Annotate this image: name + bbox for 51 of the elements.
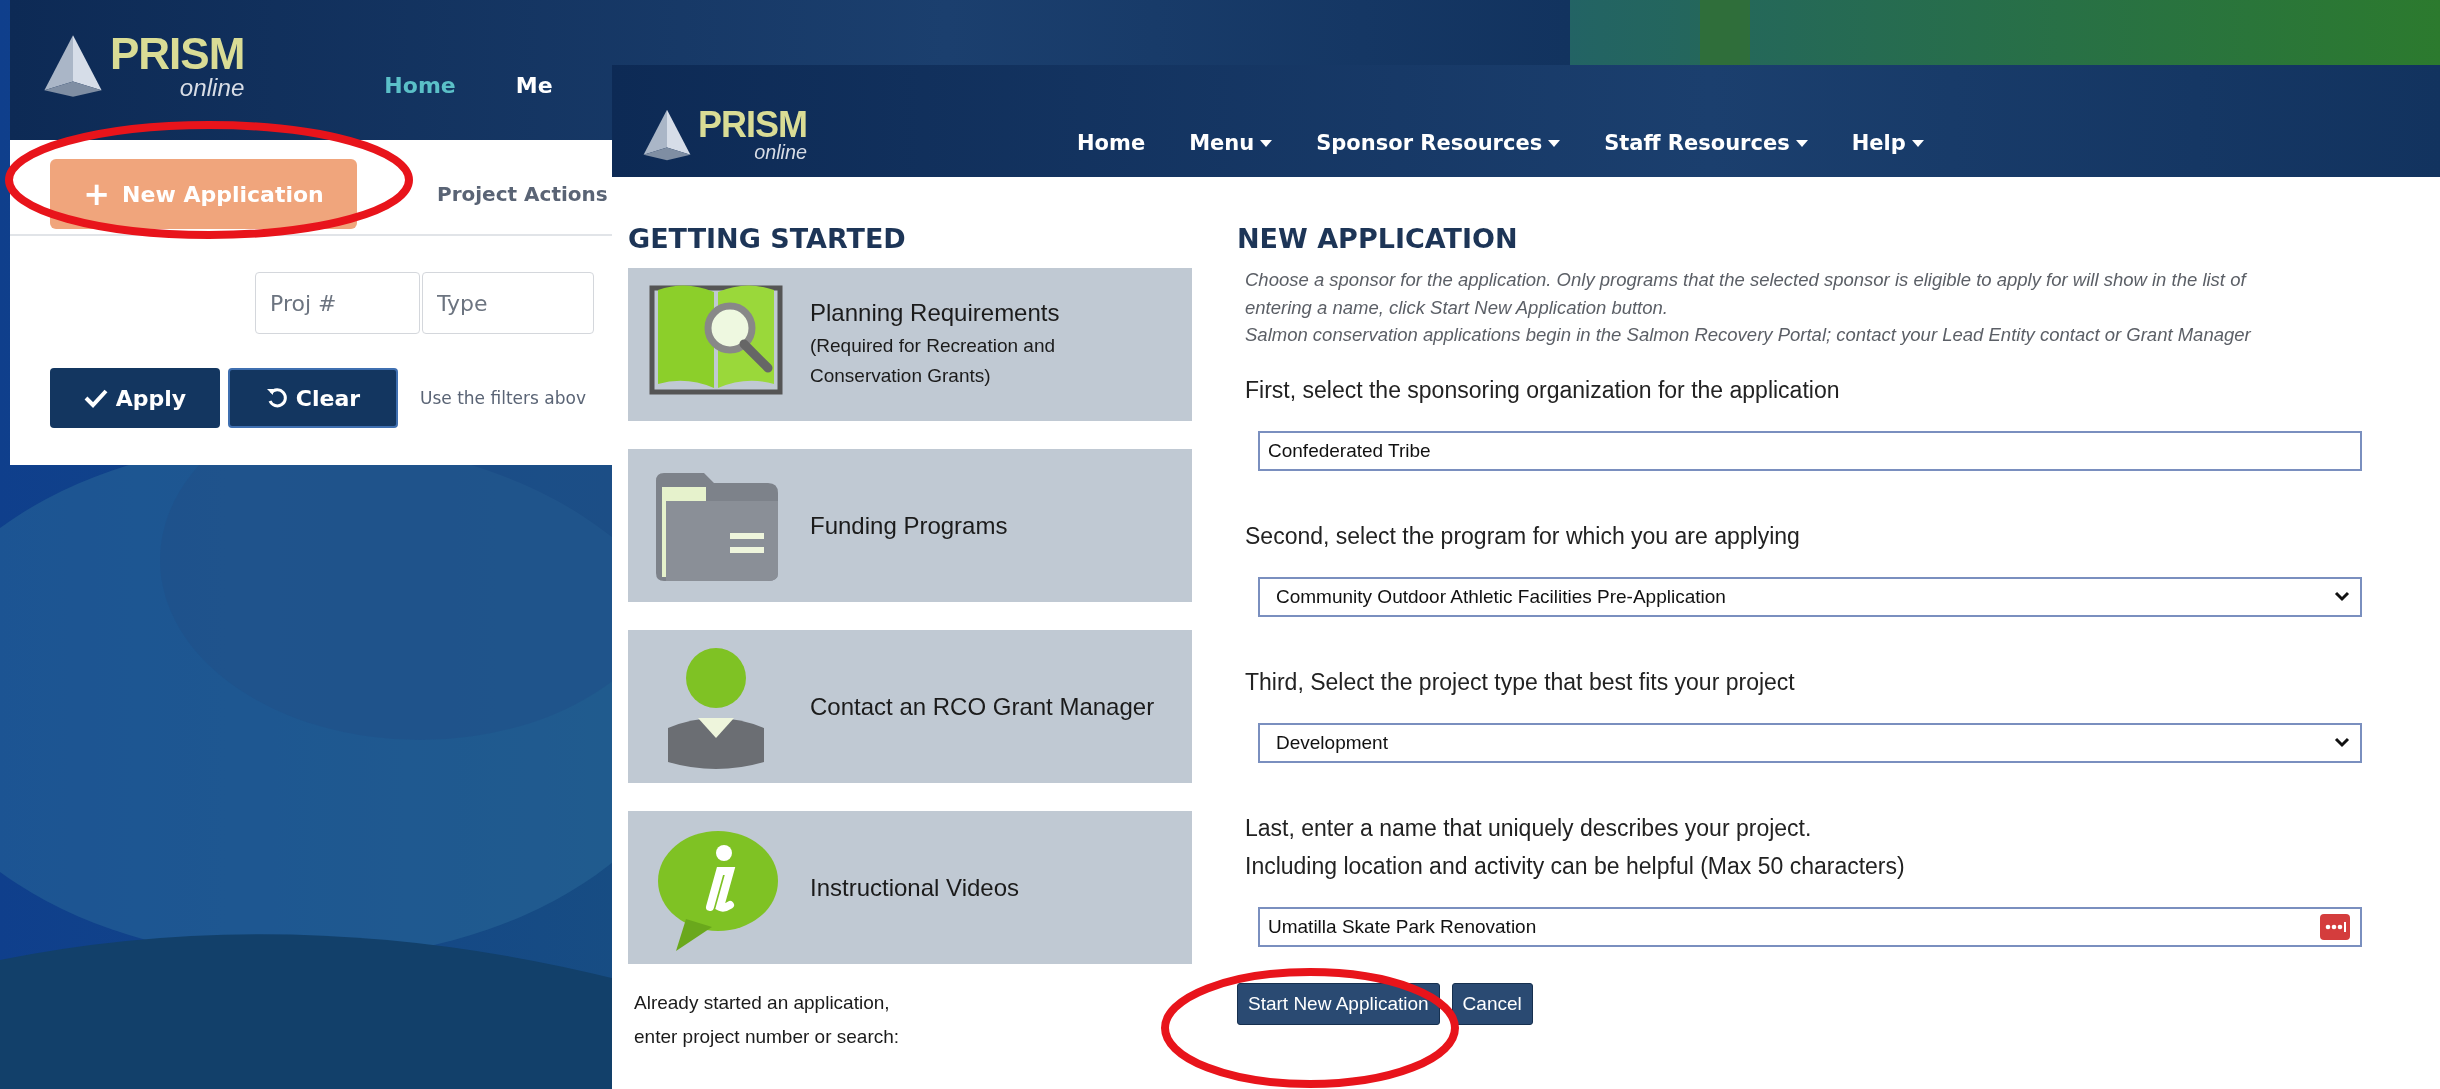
logo-name: PRISM [698,107,807,144]
caret-icon [1911,139,1924,147]
caret-icon [1795,139,1808,147]
filter-hint: Use the filters abov [420,388,586,408]
field-label: Including location and activity can be helpful (Max 50 characters) [1245,851,1906,881]
clear-button[interactable]: Clear [228,368,398,428]
project-actions-label[interactable]: Project Actions [437,182,608,206]
filter-field[interactable]: Proj # [255,272,420,334]
select-field[interactable]: Development [1258,722,2362,763]
dots-icon [2320,913,2350,940]
logo-tagline: online [179,75,245,100]
field-label: Third, Select the project type that best fits your project [1245,667,1796,697]
card-subtitle: (Required for Recreation and Conservation Grants) [810,333,1057,388]
resource-card[interactable]: Planning Requirements (Required for Recreation and Conservation Grants) [628,268,1192,421]
chevron-down-icon [2334,737,2350,748]
nav-link[interactable]: Staff Resources [1604,131,1808,155]
card-title: Funding Programs [810,511,1008,540]
card-title: Contact an RCO Grant Manager [810,692,1155,721]
instruction-text: Choose a sponsor for the application. Only programs that the selected sponsor is eligible to apply for will show in the list of [1245,268,2248,292]
nav-link[interactable]: Home [384,73,456,98]
select-field[interactable]: Community Outdoor Athletic Facilities Pre-Application [1258,576,2362,617]
field-label: Last, enter a name that uniquely describes your project. [1245,813,1813,843]
card-title: Instructional Videos [810,873,1019,902]
card-title: Planning Requirements [810,298,1061,327]
filter-field[interactable]: Type [422,272,594,334]
undo-icon [265,387,288,409]
nav-link[interactable]: Menu [1189,131,1273,155]
input-field[interactable]: Confederated Tribe [1258,430,2362,471]
nav-link[interactable]: Me [515,73,553,98]
nav-link[interactable]: Home [1077,131,1146,155]
resource-card[interactable]: Contact an RCO Grant Manager [628,630,1192,783]
section-title: GETTING STARTED [628,223,907,254]
help-text: Already started an application, [634,992,891,1014]
input-field[interactable]: Umatilla Skate Park Renovation [1258,906,2362,947]
resource-card[interactable]: Funding Programs [628,449,1192,602]
field-label: Second, select the program for which you are applying [1245,521,1801,551]
instruction-text: entering a name, click Start New Application button. [1245,295,1669,320]
nav-link[interactable]: Sponsor Resources [1316,131,1561,155]
logo-name: PRISM [110,31,245,76]
apply-button[interactable]: Apply [50,368,220,428]
cancel-button[interactable]: Cancel [1451,982,1533,1025]
nav-link[interactable]: Help [1851,131,1924,155]
check-icon [83,388,108,408]
field-label: First, select the sponsoring organization for the application [1245,375,1841,405]
start-button[interactable]: Start New Application [1237,982,1440,1025]
help-text: enter project number or search: [634,1026,901,1048]
chevron-down-icon [2334,591,2350,602]
resource-card[interactable]: Instructional Videos [628,811,1192,964]
instruction-text: Salmon conservation applications begin in the Salmon Recovery Portal; contact your Lead Entity contact or Grant Manager [1245,323,2253,347]
section-title: NEW APPLICATION [1237,223,1519,254]
logo-tagline: online [754,143,807,163]
